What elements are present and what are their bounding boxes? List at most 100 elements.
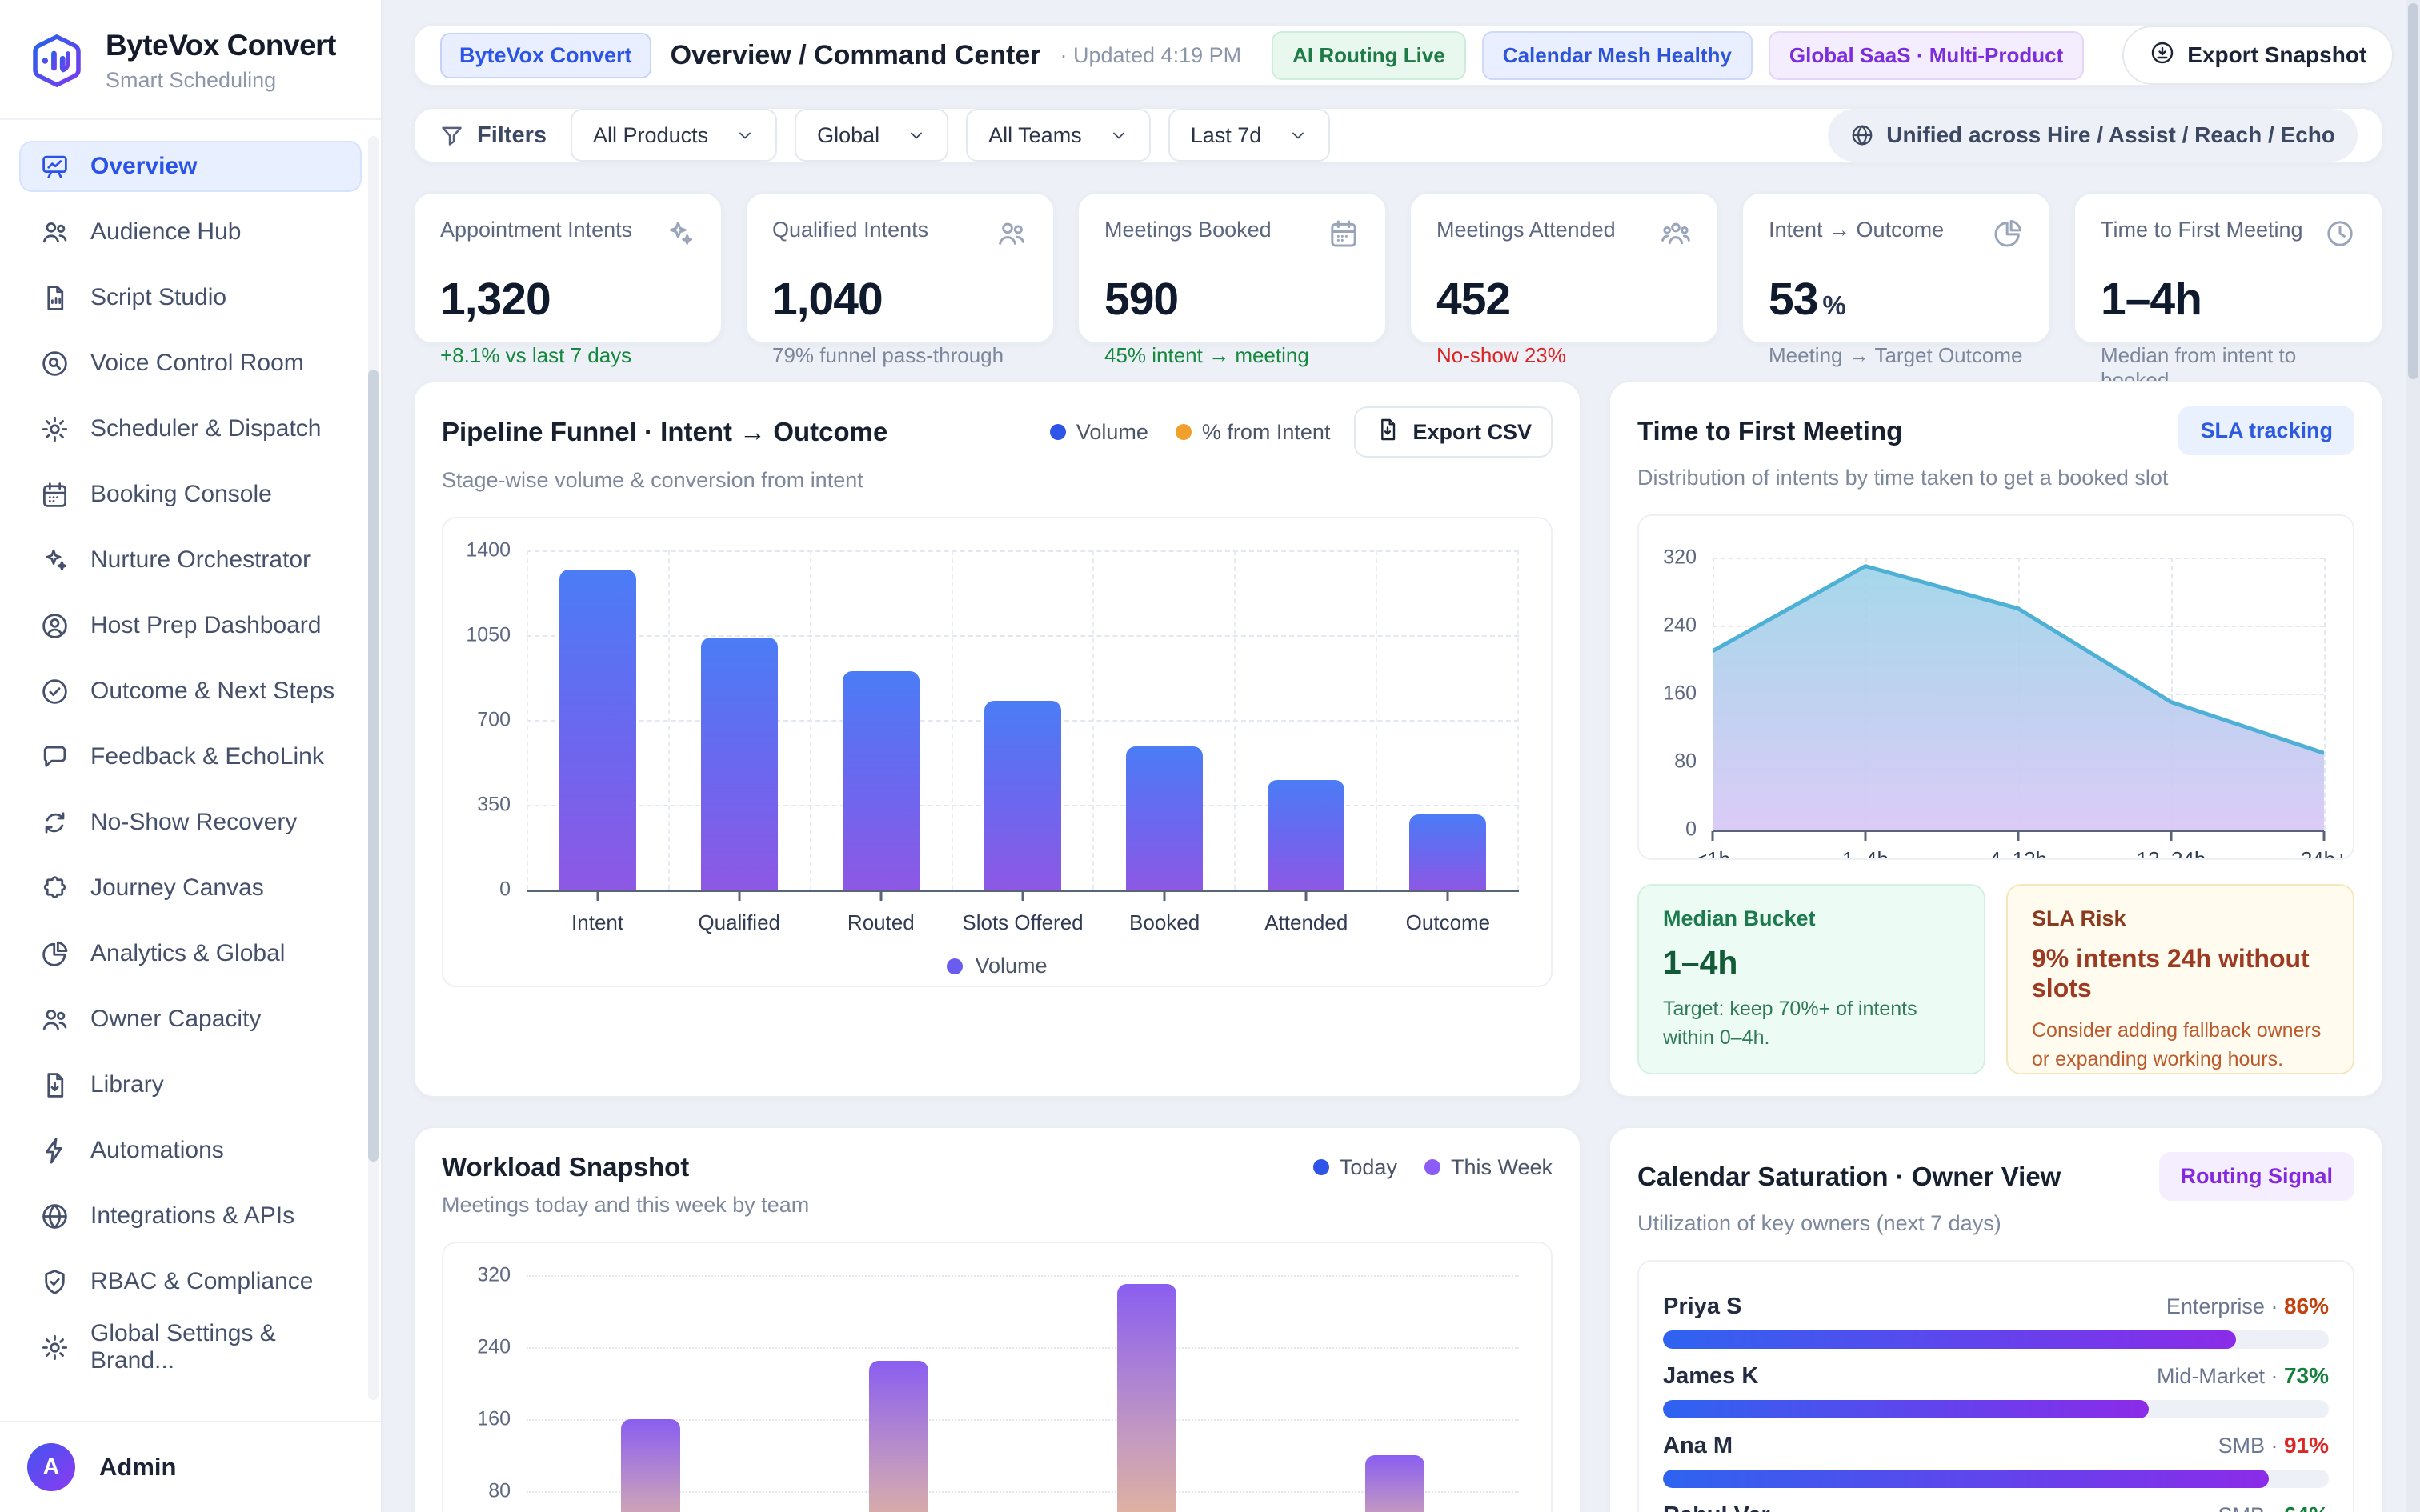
filter-select-last-7d[interactable]: Last 7d [1168,109,1331,162]
sidebar-item-outcome-next-steps[interactable]: Outcome & Next Steps [19,666,362,717]
sidebar-item-host-prep-dashboard[interactable]: Host Prep Dashboard [19,600,362,651]
kpi-value: 1–4h [2101,273,2356,326]
utilization-bar-fill [1663,1400,2149,1418]
kpi-card-meetings-attended: Meetings Attended452No-show 23% [1409,192,1719,344]
pie-icon [40,939,70,969]
legend-item-from-intent: % from Intent [1176,420,1331,445]
status-badge-ai-routing-live: AI Routing Live [1272,31,1466,80]
globe-icon [1850,123,1874,147]
workload-title: Workload Snapshot [442,1152,689,1182]
kpi-value: 590 [1104,273,1360,326]
puzzle-icon [40,874,70,903]
time-to-first-meeting-card: Time to First Meeting SLA tracking Distr… [1609,381,2383,1098]
workload-legend: Today This Week [1313,1155,1553,1180]
funnel-icon [439,122,465,149]
workload-subtitle: Meetings today and this week by team [442,1193,1553,1218]
page-header: ByteVox Convert Overview / Command Cente… [413,24,2383,86]
legend-item-today: Today [1313,1155,1397,1180]
sidebar-item-no-show-recovery[interactable]: No-Show Recovery [19,797,362,848]
tfm-title: Time to First Meeting [1637,416,1902,446]
sidebar-item-feedback-echolink[interactable]: Feedback & EchoLink [19,731,362,782]
utilization-bar-track [1663,1400,2329,1418]
sidebar-item-rbac-compliance[interactable]: RBAC & Compliance [19,1256,362,1307]
updated-text: · Updated 4:19 PM [1060,43,1241,68]
sla-risk-card: SLA Risk 9% intents 24h without slots Co… [2006,884,2354,1074]
sidebar-item-owner-capacity[interactable]: Owner Capacity [19,994,362,1045]
kpi-value: 1,040 [772,273,1028,326]
chevron-down-icon [735,126,755,145]
export-csv-button[interactable]: Export CSV [1354,406,1553,458]
status-badges: AI Routing LiveCalendar Mesh HealthyGlob… [1272,31,2084,80]
download-icon [2150,40,2175,71]
kpi-card-time-to-first-meeting: Time to First Meeting1–4hMedian from int… [2073,192,2383,344]
legend-item-volume: Volume [1050,420,1148,445]
window-scrollbar-track[interactable] [2406,0,2420,1512]
users-icon [996,218,1028,255]
sla-tracking-badge: SLA tracking [2178,406,2354,455]
sidebar-item-scheduler-dispatch[interactable]: Scheduler & Dispatch [19,403,362,454]
avatar: A [27,1443,75,1491]
bolt-icon [40,1136,70,1166]
filter-select-global[interactable]: Global [795,109,948,162]
window-scrollbar-thumb[interactable] [2408,3,2418,379]
status-badge-global-saas-multi-product: Global SaaS · Multi-Product [1769,31,2084,80]
workload-bar [869,1361,928,1512]
sidebar-item-analytics-global[interactable]: Analytics & Global [19,928,362,979]
legend-item-this-week: This Week [1424,1155,1553,1180]
overview-icon [40,152,70,182]
users-icon [40,218,70,247]
file-chart-icon [40,283,70,313]
users-icon [40,1005,70,1034]
funnel-bar [1268,780,1344,890]
filters-label: Filters [439,122,547,149]
funnel-bar [559,570,636,890]
pie-icon [1992,218,2024,255]
median-bucket-card: Median Bucket 1–4h Target: keep 70%+ of … [1637,884,1985,1074]
funnel-bar [1126,746,1203,890]
workload-bar [1365,1455,1424,1512]
sidebar-item-overview[interactable]: Overview [19,141,362,192]
sidebar-item-voice-control-room[interactable]: Voice Control Room [19,338,362,389]
sidebar-scrollbar-thumb[interactable] [368,370,379,1162]
brand-block: ByteVox Convert Smart Scheduling [0,0,381,120]
sidebar-item-automations[interactable]: Automations [19,1125,362,1176]
search-circle-icon [40,349,70,378]
sidebar-item-global-settings-brand[interactable]: Global Settings & Brand... [19,1322,362,1373]
chevron-down-icon [1288,126,1308,145]
owner-row-rahul-ver: Rahul Ver SMB · 64% [1663,1502,2329,1512]
shield-check-icon [40,1267,70,1297]
sidebar-item-library[interactable]: Library [19,1059,362,1110]
owner-row-james-k: James K Mid-Market · 73% [1663,1363,2329,1418]
workload-chart: 320240160800 [442,1242,1553,1512]
file-download-icon [40,1070,70,1100]
gear-icon [40,1333,70,1362]
scope-note-pill: Unified across Hire / Assist / Reach / E… [1828,109,2358,162]
breadcrumb: Overview / Command Center [671,40,1041,71]
admin-row[interactable]: A Admin [0,1421,381,1512]
sparkles-icon [40,546,70,575]
sidebar-item-booking-console[interactable]: Booking Console [19,469,362,520]
chevron-down-icon [1109,126,1128,145]
refresh-icon [40,808,70,838]
owner-row-priya-s: Priya S Enterprise · 86% [1663,1294,2329,1349]
sidebar-item-integrations-apis[interactable]: Integrations & APIs [19,1190,362,1242]
kpi-card-intent-outcome: Intent → Outcome53%Meeting → Target Outc… [1741,192,2051,344]
pipeline-funnel-card: Pipeline Funnel · Intent → Outcome Volum… [413,381,1581,1098]
funnel-bar [701,638,778,890]
kpi-card-appointment-intents: Appointment Intents1,320+8.1% vs last 7 … [413,192,723,344]
sidebar-item-audience-hub[interactable]: Audience Hub [19,206,362,258]
kpi-card-meetings-booked: Meetings Booked59045% intent → meeting [1077,192,1387,344]
chat-icon [40,742,70,772]
sidebar-item-journey-canvas[interactable]: Journey Canvas [19,862,362,914]
sidebar-item-script-studio[interactable]: Script Studio [19,272,362,323]
utilization-bar-track [1663,1330,2329,1349]
calendar-saturation-card: Calendar Saturation · Owner View Routing… [1609,1126,2383,1512]
app-root: ByteVox Convert Smart Scheduling Overvie… [0,0,2420,1512]
filter-select-all-products[interactable]: All Products [571,109,777,162]
sidebar-item-nurture-orchestrator[interactable]: Nurture Orchestrator [19,534,362,586]
export-snapshot-button[interactable]: Export Snapshot [2122,26,2394,85]
funnel-title: Pipeline Funnel · Intent → Outcome [442,417,887,447]
kpi-value: 53% [1769,273,2024,326]
filter-select-all-teams[interactable]: All Teams [966,109,1151,162]
funnel-chart: 140010507003500IntentQualifiedRoutedSlot… [442,517,1553,987]
